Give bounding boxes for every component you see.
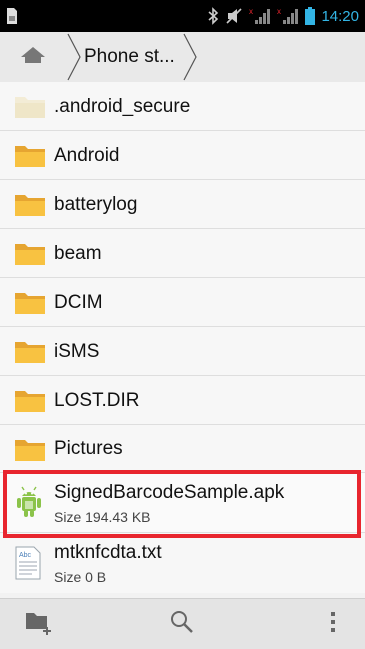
mute-icon — [225, 7, 243, 25]
file-name: SignedBarcodeSample.apk — [54, 482, 285, 503]
list-item-label: DCIM — [54, 292, 103, 313]
folder-icon — [14, 436, 46, 467]
search-icon — [169, 609, 195, 640]
sim-card-icon — [6, 7, 18, 25]
signal-icon: x — [277, 7, 299, 25]
file-list: .android_secure Android batterylog beam … — [0, 82, 365, 593]
folder-icon — [14, 191, 46, 222]
list-item-label: LOST.DIR — [54, 390, 140, 411]
battery-icon — [305, 7, 316, 25]
list-item[interactable]: Android — [0, 131, 365, 180]
overflow-menu-button[interactable] — [300, 599, 365, 649]
list-item[interactable]: batterylog — [0, 180, 365, 229]
folder-icon — [14, 387, 46, 418]
list-item[interactable]: Pictures — [0, 425, 365, 473]
home-icon — [19, 45, 47, 70]
list-item[interactable]: beam — [0, 229, 365, 278]
list-item[interactable]: iSMS — [0, 327, 365, 376]
list-item-label: iSMS — [54, 341, 100, 362]
folder-icon — [14, 142, 46, 173]
signal-icon: x — [249, 7, 271, 25]
file-name: mtknfcdta.txt — [54, 542, 162, 563]
svg-text:x: x — [277, 7, 281, 16]
home-button[interactable] — [0, 32, 66, 82]
list-item[interactable]: SignedBarcodeSample.apk Size 194.43 KB — [0, 473, 365, 533]
status-bar: x x 14:20 — [0, 0, 365, 32]
folder-icon — [14, 240, 46, 271]
list-item[interactable]: .android_secure — [0, 82, 365, 131]
list-item-label: beam — [54, 243, 102, 264]
folder-icon — [14, 93, 46, 124]
list-item-label: .android_secure — [54, 96, 191, 117]
new-folder-icon — [25, 609, 55, 640]
list-item[interactable]: Abc mtknfcdta.txt Size 0 B — [0, 533, 365, 593]
path-bar: Phone st... — [0, 32, 365, 83]
svg-text:x: x — [249, 7, 253, 16]
list-item-label: Pictures — [54, 438, 123, 459]
text-file-icon: Abc — [14, 546, 42, 585]
overflow-menu-icon — [329, 609, 337, 640]
folder-icon — [14, 338, 46, 369]
status-time: 14:20 — [321, 7, 359, 25]
list-item-label: Android — [54, 145, 120, 166]
android-apk-icon — [14, 486, 44, 523]
list-item[interactable]: DCIM — [0, 278, 365, 327]
new-folder-button[interactable] — [0, 599, 80, 649]
bluetooth-icon — [207, 7, 219, 25]
list-item[interactable]: LOST.DIR — [0, 376, 365, 425]
bottom-action-bar — [0, 598, 365, 649]
file-size: Size 0 B — [54, 569, 107, 585]
file-size: Size 194.43 KB — [54, 509, 151, 525]
list-item-label: batterylog — [54, 194, 138, 215]
search-button[interactable] — [142, 599, 222, 649]
svg-text:Abc: Abc — [19, 552, 32, 559]
breadcrumb[interactable]: Phone st... — [66, 32, 216, 82]
breadcrumb-chevron-icon — [67, 33, 197, 81]
folder-icon — [14, 289, 46, 320]
